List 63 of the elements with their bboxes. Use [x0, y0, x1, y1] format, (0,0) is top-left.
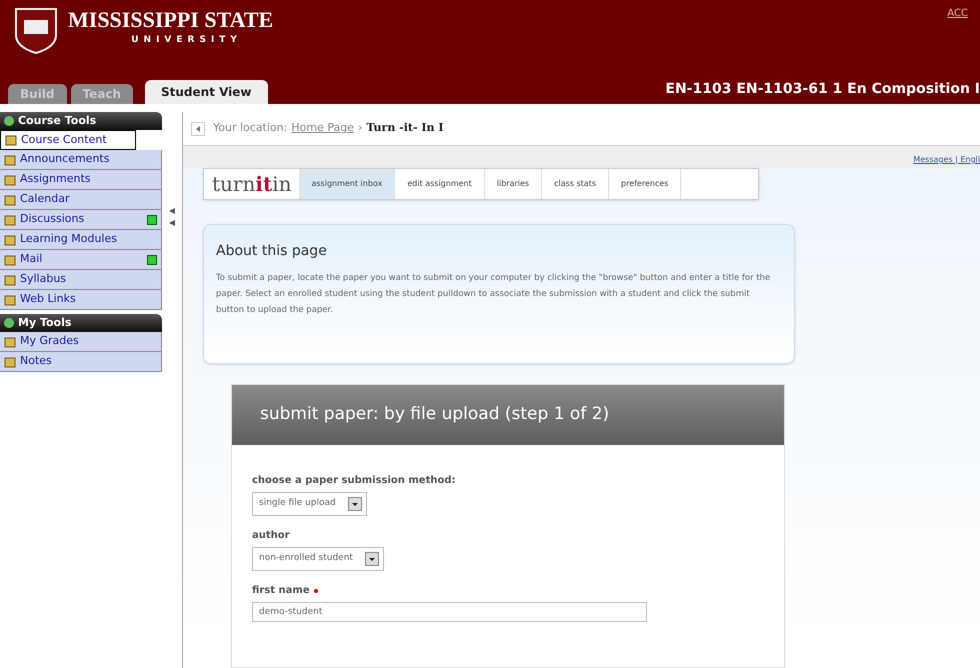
sidebar-item[interactable]: Assignments	[0, 170, 162, 190]
sidebar-item[interactable]: Notes	[0, 352, 162, 372]
sidebar-item-label: Web Links	[20, 291, 77, 308]
utility-links[interactable]: Messages | Engli	[913, 154, 980, 166]
field-label: choose a paper submission method:	[252, 474, 456, 488]
sidebar-group-title: Course Tools	[18, 112, 96, 129]
sidebar-item[interactable]: Web Links	[0, 290, 162, 310]
item-icon	[4, 194, 16, 206]
item-icon	[4, 274, 16, 286]
university-name: MISSISSIPPI STATE	[68, 6, 274, 34]
breadcrumb-separator: ›	[358, 120, 362, 136]
collapse-handle-icon[interactable]	[169, 208, 175, 226]
home-link[interactable]: Home Page	[291, 120, 354, 137]
sidebar-item-label: Course Content	[21, 132, 108, 148]
sidebar-item[interactable]: Syllabus	[0, 270, 162, 290]
input-field[interactable]: demo-student	[252, 602, 647, 622]
sidebar-item[interactable]: Announcements	[0, 150, 162, 170]
top-link[interactable]: ACC	[947, 6, 968, 21]
university-subtitle: UNIVERSITY	[131, 34, 242, 47]
sidebar-item-label: Notes	[20, 353, 53, 370]
select-field[interactable]: non-enrolled student	[252, 547, 384, 571]
about-title: About this page	[216, 242, 328, 261]
item-icon	[4, 214, 16, 226]
item-icon	[4, 356, 16, 368]
item-icon	[4, 234, 16, 246]
select-field[interactable]: single file upload	[252, 492, 367, 516]
item-icon	[4, 254, 16, 266]
location-label: Your location:	[213, 120, 288, 136]
submit-title: submit paper: by file upload (step 1 of 2)	[260, 403, 610, 426]
turnitin-tab[interactable]: class stats	[542, 169, 609, 199]
course-title: EN-1103 EN-1103-61 1 En Composition I	[665, 80, 980, 99]
sidebar-item[interactable]: Calendar	[0, 190, 162, 210]
item-icon	[4, 174, 16, 186]
sidebar-item-label: Mail	[20, 251, 44, 268]
turnitin-logo: turnitin	[211, 171, 292, 198]
sidebar-item[interactable]: Mail	[0, 250, 162, 270]
field-label: author	[252, 529, 290, 543]
sidebar-item-label: Calendar	[20, 191, 70, 208]
current-location: Turn -it- In I	[366, 120, 444, 136]
sidebar-item-label: Learning Modules	[20, 231, 118, 248]
sidebar-group-title: My Tools	[18, 314, 72, 331]
sidebar-item-label: Announcements	[20, 151, 110, 168]
turnitin-tab[interactable]: edit assignment	[395, 169, 485, 199]
sidebar-item-label: Syllabus	[20, 271, 68, 288]
field-label: first name	[252, 584, 310, 598]
view-tab[interactable]: Student View	[145, 80, 268, 104]
back-icon[interactable]	[191, 122, 205, 136]
sidebar-item[interactable]: My Grades	[0, 332, 162, 352]
item-icon	[4, 336, 16, 348]
sidebar-item-label: Discussions	[20, 211, 86, 228]
item-icon	[5, 134, 17, 146]
turnitin-tab[interactable]: assignment inbox	[299, 169, 396, 199]
item-icon	[4, 294, 16, 306]
turnitin-tab[interactable]: preferences	[609, 169, 682, 199]
sidebar-item[interactable]: Discussions	[0, 210, 162, 230]
about-text: To submit a paper, locate the paper you want to submit on your computer by clicking the "browse" button and enter a title for the paper. Select an enrolled student using the student pulldown to associate the submission with a student and click the submit button to upload the paper.	[216, 272, 771, 317]
item-icon	[4, 154, 16, 166]
sidebar-item-label: My Grades	[20, 333, 80, 350]
shield-logo-icon	[12, 6, 60, 54]
turnitin-tab[interactable]: libraries	[484, 169, 542, 199]
sidebar-item[interactable]: Learning Modules	[0, 230, 162, 250]
sidebar-item-label: Assignments	[20, 171, 92, 188]
sidebar-item[interactable]: Course Content	[0, 130, 136, 150]
